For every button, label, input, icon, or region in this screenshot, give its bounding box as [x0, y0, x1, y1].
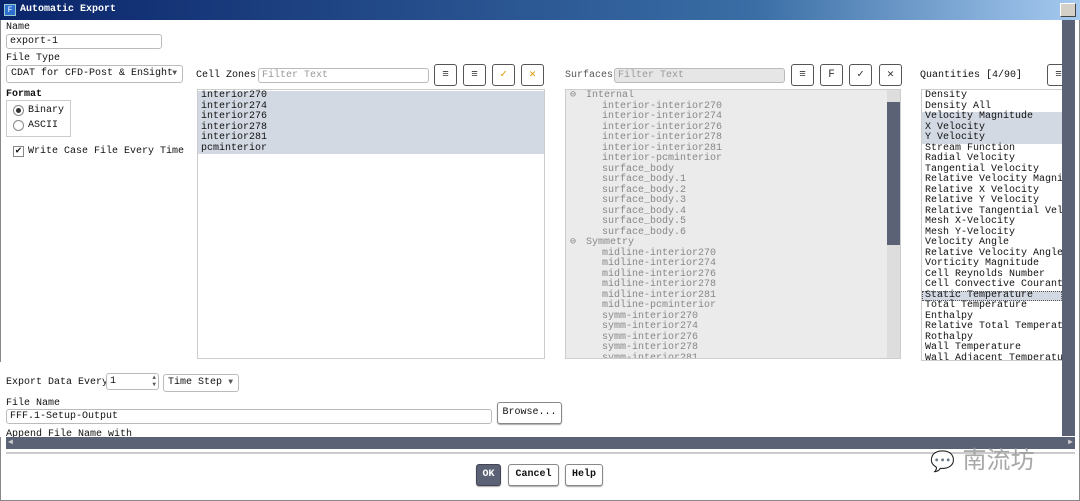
- list-item[interactable]: Y Velocity: [922, 132, 1062, 144]
- file-type-value: CDAT for CFD-Post & EnSight: [11, 68, 174, 79]
- list-item[interactable]: Wall Adjacent Temperature: [922, 353, 1062, 360]
- list-item[interactable]: Velocity Angle: [922, 237, 1062, 249]
- tree-item[interactable]: surface_body.5: [566, 216, 900, 228]
- export-every-label: Export Data Every: [6, 377, 109, 388]
- tree-item[interactable]: surface_body.3: [566, 195, 900, 207]
- ok-button[interactable]: OK: [476, 464, 501, 486]
- list-item[interactable]: Mesh X-Velocity: [922, 216, 1062, 228]
- tree-group[interactable]: Internal ⊖: [566, 90, 900, 102]
- tree-item[interactable]: interior-pcminterior: [566, 153, 900, 165]
- wechat-icon: 💬: [930, 449, 955, 473]
- browse-button[interactable]: Browse...: [497, 402, 562, 424]
- scroll-right-icon[interactable]: ▶: [1068, 437, 1073, 449]
- radio-unchecked-icon: [13, 120, 24, 131]
- check-list-icon[interactable]: ✓: [492, 64, 515, 86]
- list-item[interactable]: Total Temperature: [922, 300, 1062, 312]
- spinner-arrows-icon[interactable]: ▲ ▼: [152, 374, 156, 388]
- radio-checked-icon: [13, 105, 24, 116]
- window-title: Automatic Export: [20, 4, 117, 15]
- checkmark-icon: ✔: [13, 146, 24, 157]
- radio-label: ASCII: [28, 120, 59, 131]
- app-icon: F: [4, 4, 16, 16]
- window-control[interactable]: [1060, 3, 1076, 17]
- file-name-input[interactable]: FFF.1-Setup-Output: [6, 409, 492, 424]
- collapse-icon[interactable]: ⊖: [570, 90, 576, 102]
- list-item[interactable]: Relative Velocity Magnitude: [922, 174, 1062, 186]
- scroll-left-icon[interactable]: ◀: [8, 437, 13, 449]
- radio-binary[interactable]: Binary: [13, 105, 64, 116]
- tree-group[interactable]: Symmetry ⊖: [566, 237, 900, 249]
- lower-area: [0, 362, 1062, 437]
- quantities-list[interactable]: Density Density All Velocity Magnitude X Ve…: [921, 89, 1063, 361]
- surfaces-tree[interactable]: Internal ⊖ interior-interior270 interior-in…: [565, 89, 901, 359]
- list-options-icon[interactable]: ≡: [463, 64, 486, 86]
- cancel-button[interactable]: Cancel: [508, 464, 559, 486]
- list-item[interactable]: interior276: [198, 111, 544, 123]
- watermark: 💬 南流坊: [930, 446, 1035, 474]
- check-list-icon[interactable]: ✓: [849, 64, 872, 86]
- format-group: Binary ASCII: [6, 100, 71, 137]
- spinner-value: 1: [110, 376, 117, 387]
- cell-zones-filter[interactable]: Filter Text: [258, 68, 429, 83]
- export-unit-value: Time Step: [168, 377, 223, 388]
- clear-list-icon[interactable]: ✕: [879, 64, 902, 86]
- tree-item[interactable]: symm-interior274: [566, 321, 900, 333]
- tree-item[interactable]: midline-interior274: [566, 258, 900, 270]
- export-every-spinner[interactable]: 1 ▲ ▼: [106, 373, 159, 390]
- title-bar: Automatic Export: [0, 0, 1080, 20]
- append-label: Append File Name with: [6, 429, 133, 437]
- list-item[interactable]: Radial Velocity: [922, 153, 1062, 165]
- select-all-icon[interactable]: ≡: [434, 64, 457, 86]
- quantities-label: Quantities [4/90]: [920, 70, 1023, 81]
- file-type-label: File Type: [6, 53, 61, 64]
- tree-item[interactable]: symm-interior281: [566, 353, 900, 358]
- vertical-scrollbar[interactable]: [1062, 20, 1075, 436]
- file-type-select[interactable]: CDAT for CFD-Post & EnSight ▼: [6, 65, 183, 83]
- list-item[interactable]: Density: [922, 90, 1062, 102]
- name-label: Name: [6, 22, 31, 33]
- scrollbar-thumb[interactable]: [887, 102, 900, 245]
- list-item[interactable]: Relative Total Temperature: [922, 321, 1062, 333]
- list-item[interactable]: interior270: [198, 90, 544, 102]
- list-options-icon[interactable]: F: [820, 64, 843, 86]
- tree-item[interactable]: symm-interior278: [566, 342, 900, 354]
- divider: [6, 452, 1075, 454]
- list-item[interactable]: Relative Y Velocity: [922, 195, 1062, 207]
- tree-item[interactable]: interior-interior274: [566, 111, 900, 123]
- list-item[interactable]: pcminterior: [198, 143, 544, 154]
- select-all-icon[interactable]: ≡: [791, 64, 814, 86]
- cell-zones-label: Cell Zones: [196, 70, 257, 81]
- radio-ascii[interactable]: ASCII: [13, 120, 58, 131]
- list-item[interactable]: Wall Temperature: [922, 342, 1062, 354]
- name-input[interactable]: export-1: [6, 34, 162, 49]
- surfaces-label: Surfaces: [565, 70, 614, 81]
- list-item[interactable]: Cell Convective Courant Number: [922, 279, 1062, 291]
- surfaces-filter[interactable]: Filter Text: [614, 68, 785, 83]
- tree-item[interactable]: midline-pcminterior: [566, 300, 900, 312]
- tree-item[interactable]: interior-interior278: [566, 132, 900, 144]
- list-item[interactable]: Vorticity Magnitude: [922, 258, 1062, 270]
- list-item[interactable]: Velocity Magnitude: [922, 111, 1062, 123]
- tree-item[interactable]: midline-interior278: [566, 279, 900, 291]
- help-button[interactable]: Help: [565, 464, 603, 486]
- collapse-icon[interactable]: ⊖: [570, 237, 576, 249]
- checkbox-label: Write Case File Every Time: [28, 146, 185, 157]
- cell-zones-list[interactable]: interior270 interior274 interior276 interio…: [197, 89, 545, 359]
- clear-list-icon[interactable]: ✕: [521, 64, 544, 86]
- tree-item[interactable]: surface_body.1: [566, 174, 900, 186]
- surfaces-scrollbar[interactable]: [887, 90, 900, 358]
- export-unit-select[interactable]: Time Step ▼: [163, 374, 239, 392]
- chevron-down-icon: ▼: [228, 378, 233, 387]
- chevron-down-icon: ▼: [172, 69, 177, 78]
- format-label: Format: [6, 89, 43, 100]
- write-case-checkbox[interactable]: ✔ Write Case File Every Time: [13, 146, 184, 157]
- list-item[interactable]: interior281: [198, 132, 544, 144]
- horizontal-scrollbar[interactable]: ◀ ▶: [6, 437, 1075, 449]
- radio-label: Binary: [28, 105, 65, 116]
- file-name-label: File Name: [6, 398, 61, 409]
